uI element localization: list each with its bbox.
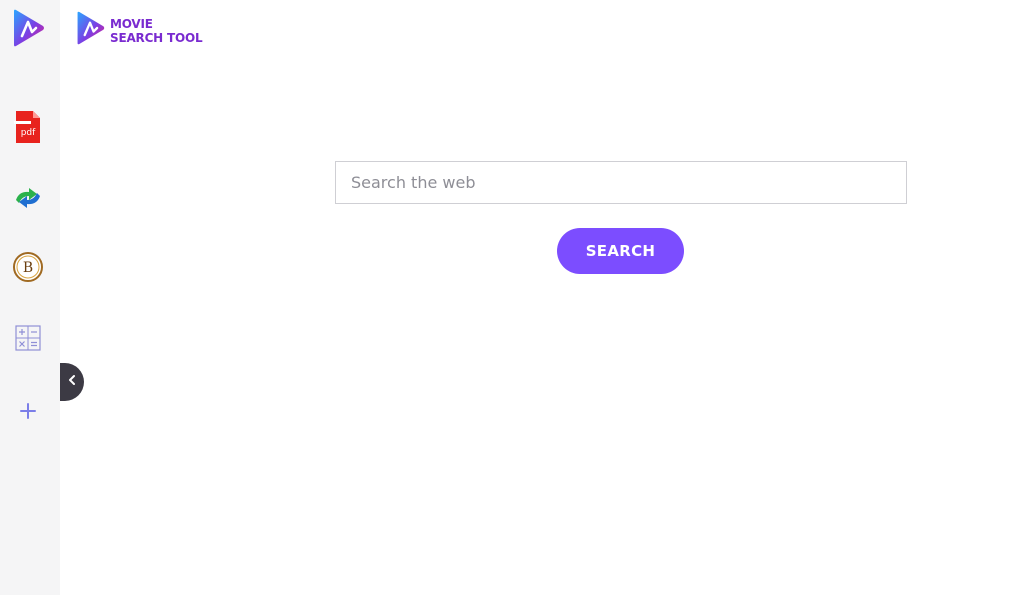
sync-arrows-icon [13,183,43,218]
sidebar: pdf B [0,0,60,595]
svg-text:pdf: pdf [21,128,36,138]
pdf-icon: pdf [14,110,42,149]
sidebar-collapse-button[interactable] [60,363,84,401]
sidebar-item-add[interactable] [8,393,48,433]
svg-text:B: B [23,260,33,276]
sidebar-item-pdf[interactable]: pdf [8,109,48,149]
chevron-left-icon [67,373,77,391]
search-input[interactable] [335,161,907,204]
sidebar-item-calculator[interactable] [8,320,48,360]
brand-logo[interactable]: MOVIE SEARCH TOOL [74,10,203,51]
sidebar-item-converter[interactable] [8,180,48,220]
brand-line-1: MOVIE [110,16,153,31]
brand-name: MOVIE SEARCH TOOL [110,16,203,45]
sidebar-item-logo[interactable] [8,8,48,53]
search-button[interactable]: SEARCH [557,228,684,274]
plus-icon [19,402,37,425]
play-logo-icon [10,8,46,53]
brand-line-2: SEARCH TOOL [110,30,203,45]
sidebar-item-bitcoin[interactable]: B [8,249,48,289]
play-logo-icon [74,10,106,51]
page: pdf B MOVIE SEARCH TOOL Search the web S… [0,0,1024,595]
calculator-icon [15,324,41,356]
bitcoin-icon: B [12,251,44,288]
